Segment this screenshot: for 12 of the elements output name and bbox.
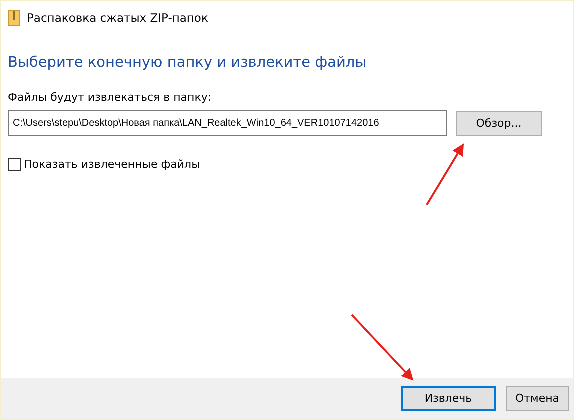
annotation-arrow [426,144,464,206]
window-title: Распаковка сжатых ZIP-папок [27,11,208,25]
zip-folder-icon [8,10,20,26]
cancel-button[interactable]: Отмена [506,386,569,411]
show-files-checkbox[interactable] [8,158,21,171]
extract-button[interactable]: Извлечь [401,386,496,411]
show-files-label: Показать извлеченные файлы [24,158,200,171]
browse-button[interactable]: Обзор... [456,110,542,136]
destination-path-field[interactable]: C:\Users\stepu\Desktop\Новая папка\LAN_Realtek_Win10_64_VER10107142016 [8,110,447,136]
annotation-arrow [351,314,414,381]
instruction-heading: Выберите конечную папку и извлеките файлы [8,55,368,71]
destination-label: Файлы будут извлекаться в папку: [8,91,213,104]
